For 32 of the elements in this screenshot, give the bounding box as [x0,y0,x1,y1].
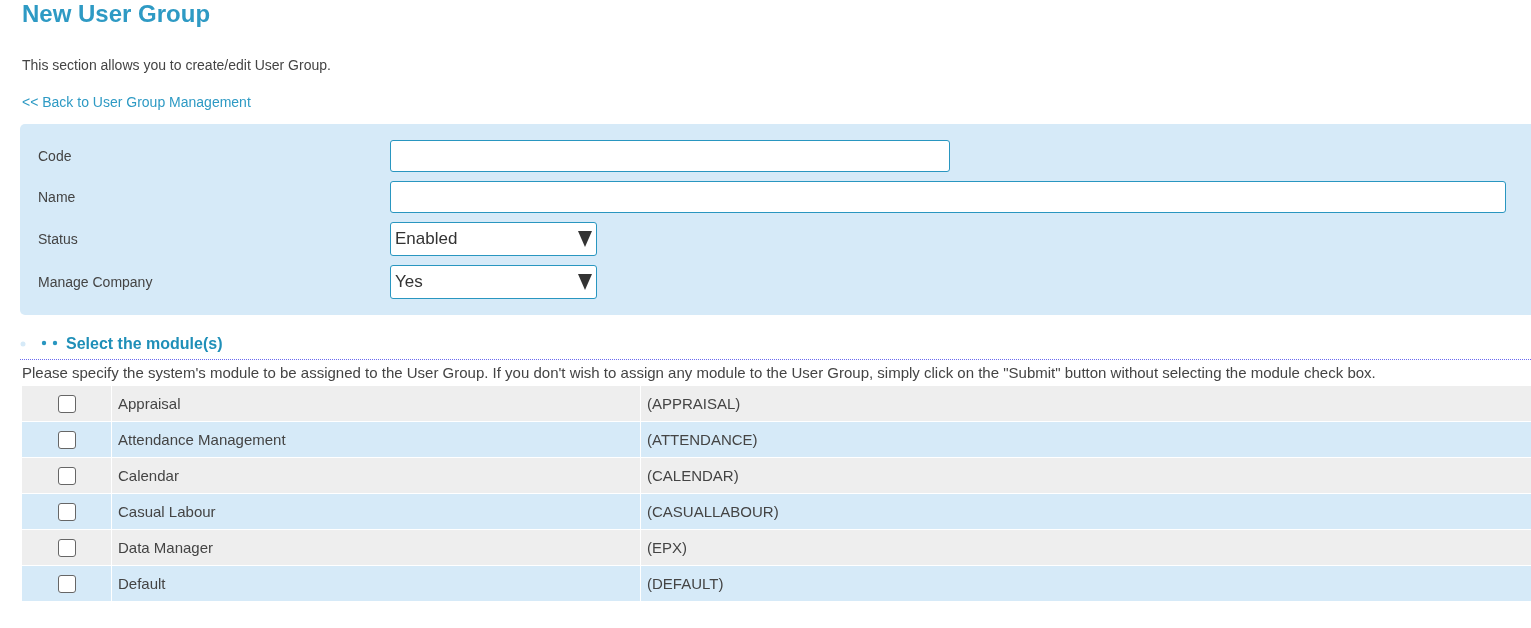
module-code: (DEFAULT) [647,575,724,592]
checkbox[interactable] [57,466,76,485]
module-code: (CASUALLABOUR) [647,503,779,520]
field-label: Name [38,189,77,205]
field-label: Status [38,231,79,247]
module-name: Default [118,575,166,592]
module-code: (APPRAISAL) [647,395,741,412]
checkbox[interactable] [57,502,76,521]
section-heading: Select the module(s) [66,335,223,353]
field-label: Code [38,148,73,164]
checkbox[interactable] [57,574,76,593]
caret-icon [578,274,592,290]
module-code: (ATTENDANCE) [647,431,758,448]
description-text: This section allows you to create/edit User Group. [22,56,332,74]
module-code: (CALENDAR) [647,467,739,484]
text-field[interactable] [390,181,1506,213]
field-label: Manage Company [38,274,154,290]
checkbox[interactable] [57,430,76,449]
module-name: Data Manager [118,539,214,556]
module-name: Appraisal [118,395,181,412]
text-field[interactable] [390,140,950,172]
page-title: New User Group [22,0,212,28]
module-name: Attendance Management [118,431,286,448]
module-name: Casual Labour [118,503,216,520]
instructions-text: Please specify the system's module to be assigned to the User Group. If you don't wish to assign any module to the User Group, simply click on the "Submit" button without selecting the module check box. [22,364,1377,382]
dropdown[interactable]: Enabled [390,222,597,256]
dropdown[interactable]: Yes [390,265,597,299]
module-code: (EPX) [647,539,687,556]
module-name: Calendar [118,467,179,484]
checkbox[interactable] [57,394,76,413]
checkbox[interactable] [57,538,76,557]
caret-icon [578,231,592,247]
